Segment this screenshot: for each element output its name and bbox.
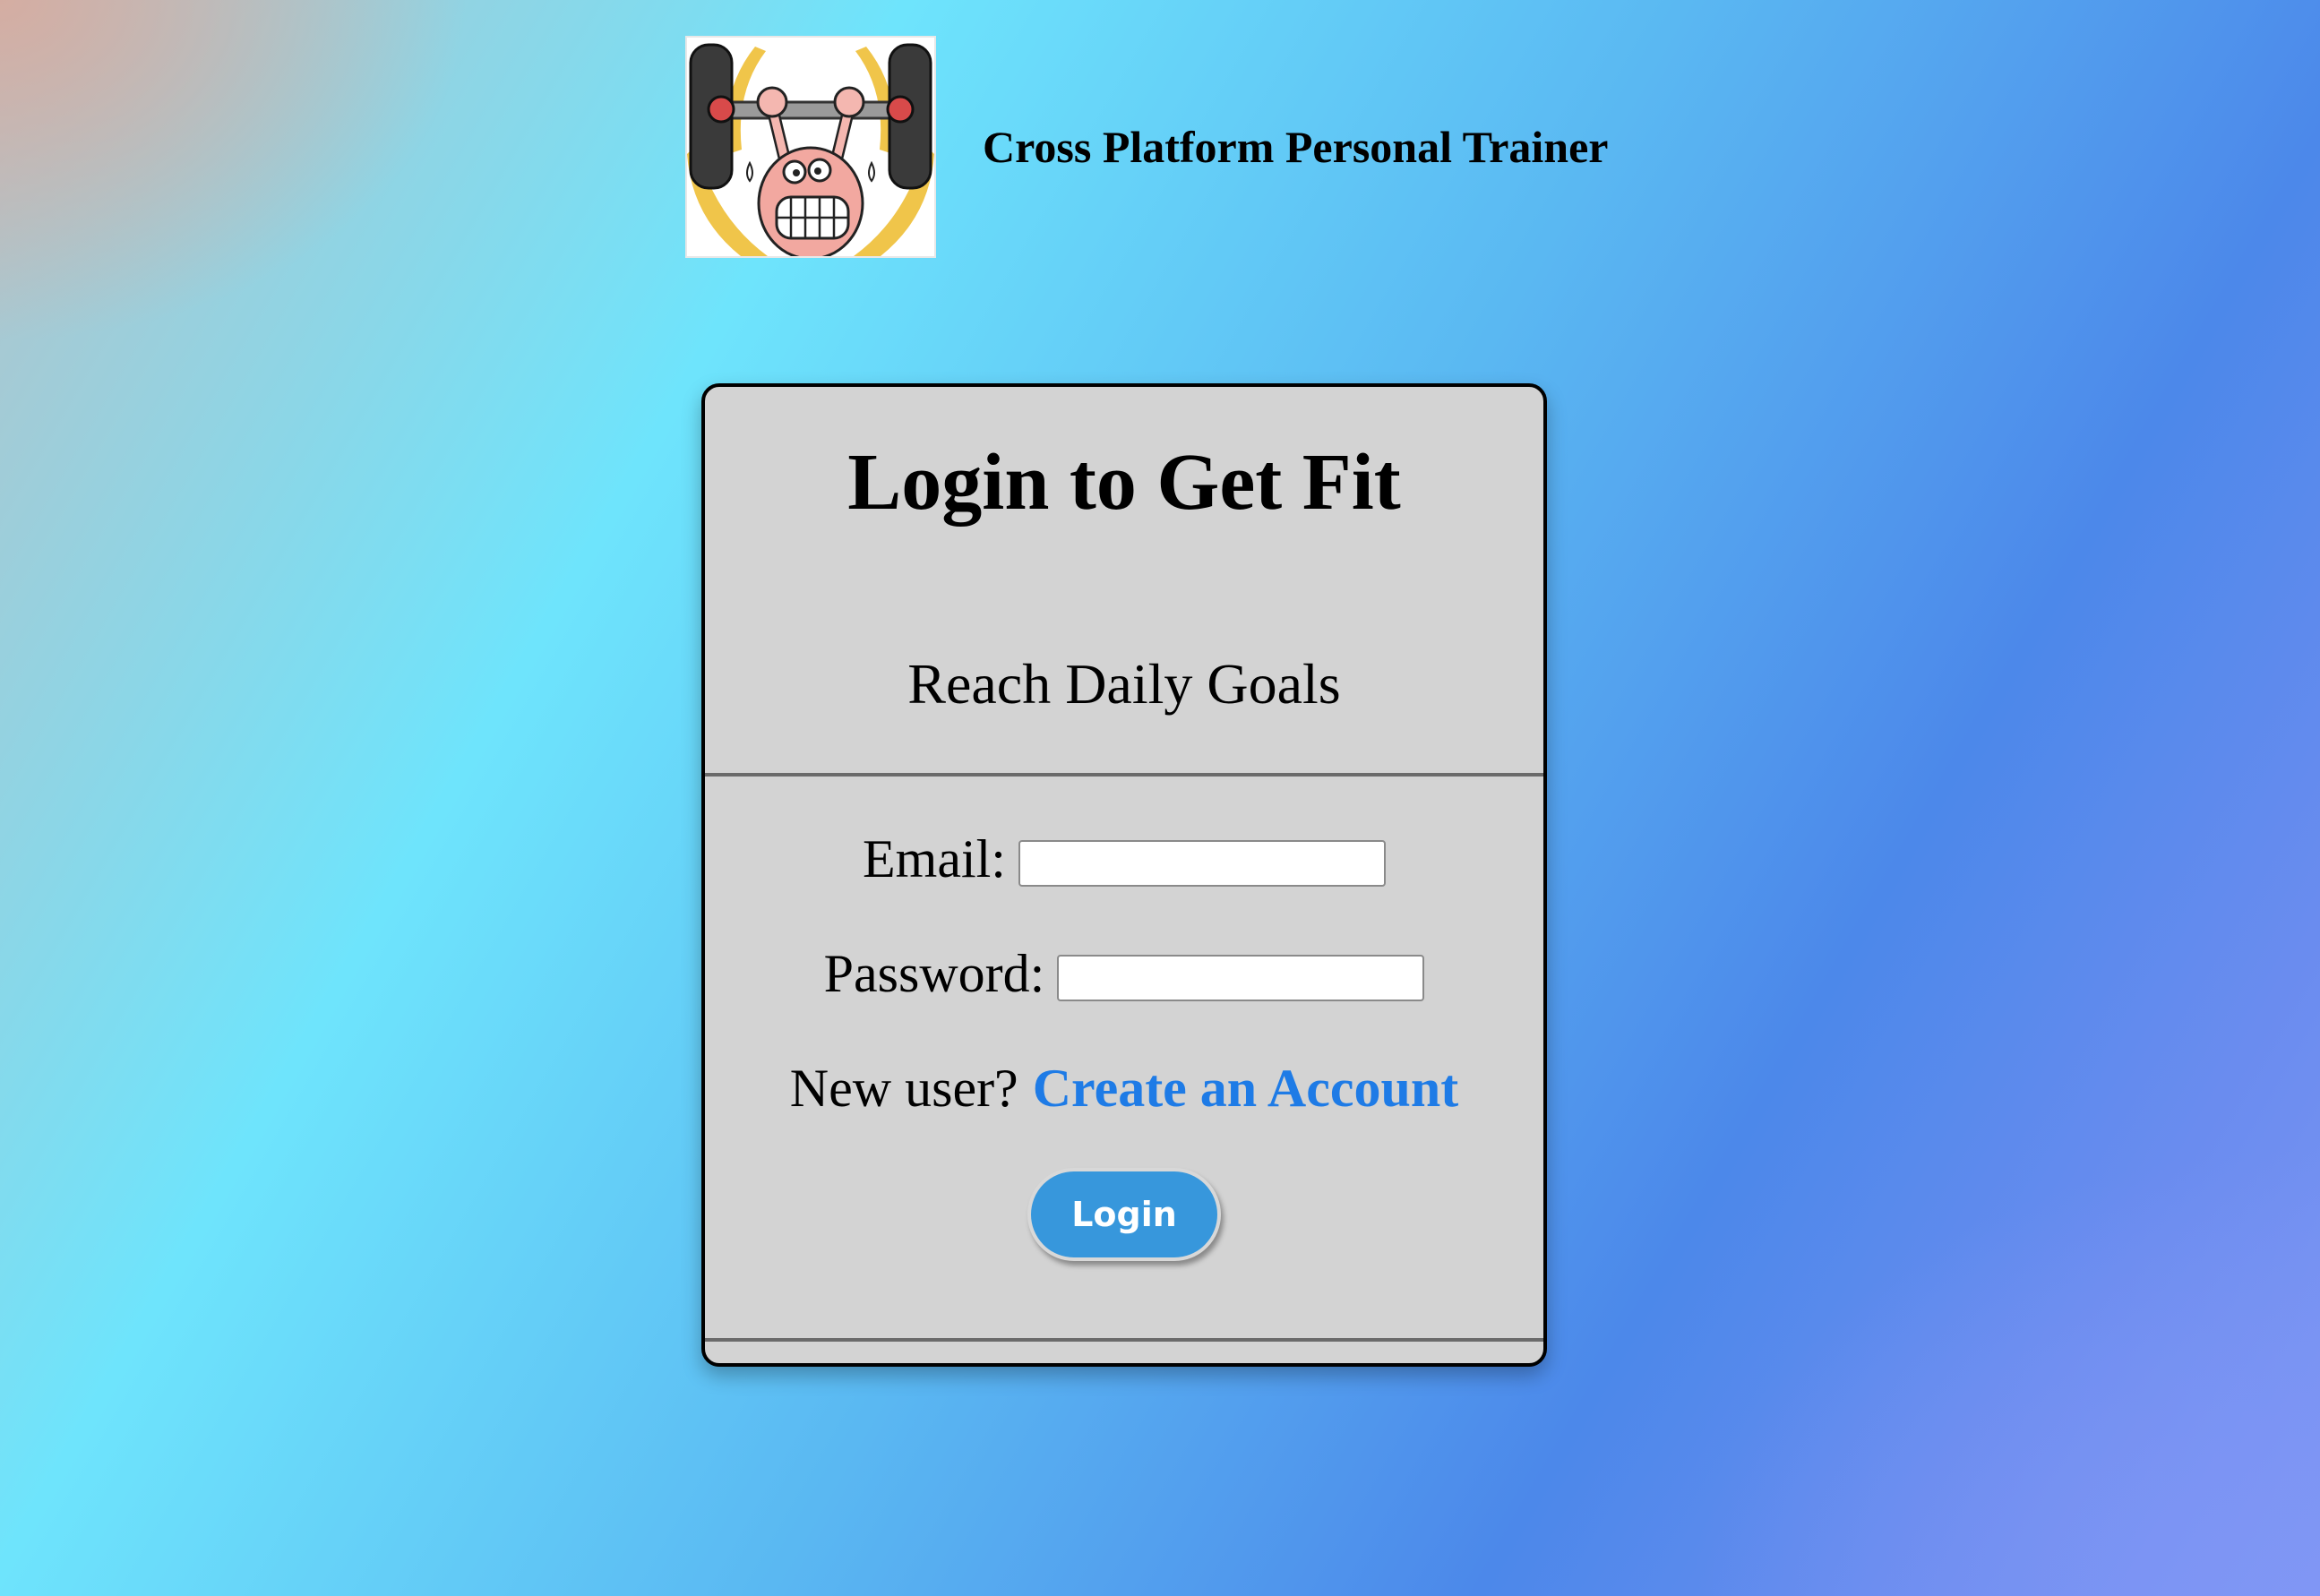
page-title: Login to Get Fit bbox=[847, 438, 1401, 527]
email-row: Email: bbox=[705, 820, 1543, 897]
new-user-prompt: New user? bbox=[789, 1058, 1018, 1118]
create-account-link[interactable]: Create an Account bbox=[1033, 1058, 1459, 1120]
password-row: Password: bbox=[705, 935, 1543, 1012]
divider bbox=[705, 773, 1543, 777]
divider bbox=[705, 1338, 1543, 1342]
weightlifter-icon bbox=[685, 36, 936, 258]
login-button[interactable]: Login bbox=[1027, 1168, 1221, 1261]
password-label: Password: bbox=[823, 943, 1045, 1003]
login-card: Login to Get Fit Reach Daily Goals Email… bbox=[701, 383, 1547, 1367]
site-header: Cross Platform Personal Trainer bbox=[685, 36, 1609, 258]
subtitle: Reach Daily Goals bbox=[907, 652, 1341, 716]
email-field[interactable] bbox=[1018, 840, 1386, 887]
password-field[interactable] bbox=[1057, 955, 1425, 1001]
site-title: Cross Platform Personal Trainer bbox=[983, 122, 1609, 172]
email-label: Email: bbox=[863, 828, 1006, 888]
new-user-row: New user? Create an Account bbox=[705, 1048, 1543, 1128]
